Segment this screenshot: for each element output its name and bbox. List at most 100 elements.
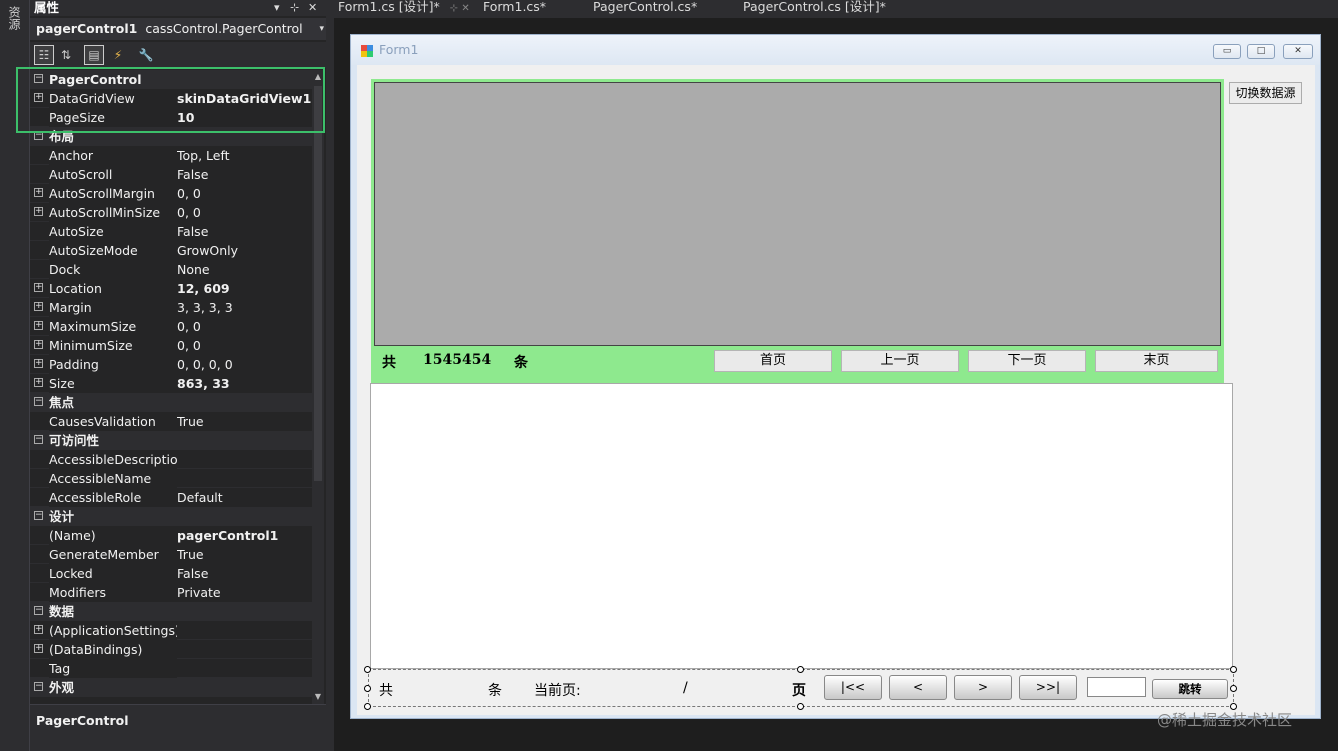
property-value[interactable]: False [177, 222, 312, 241]
events-lightning-icon[interactable]: ⚡ [108, 45, 128, 65]
property-value[interactable]: pagerControl1 [177, 526, 312, 545]
collapse-icon[interactable]: − [34, 435, 43, 444]
minimize-icon[interactable]: ▭ [1213, 44, 1241, 59]
property-category[interactable]: − 焦点 [30, 393, 312, 412]
property-row[interactable]: + MaximumSize 0, 0 [30, 317, 312, 336]
first-page-button[interactable]: 首页 [714, 350, 832, 372]
pin-icon[interactable]: ⊹ [290, 0, 299, 15]
last-page-button[interactable]: 末页 [1095, 350, 1218, 372]
property-value[interactable]: 0, 0 [177, 203, 312, 222]
first-page-icon-button[interactable]: |<< [824, 675, 882, 700]
property-value[interactable]: 0, 0, 0, 0 [177, 355, 312, 374]
property-value[interactable]: Default [177, 488, 312, 507]
next-page-button[interactable]: 下一页 [968, 350, 1086, 372]
panel-splitter[interactable] [326, 0, 334, 751]
expand-icon[interactable]: + [34, 625, 43, 634]
page-number-input[interactable] [1087, 677, 1146, 697]
property-value[interactable]: False [177, 564, 312, 583]
property-row[interactable]: Modifiers Private [30, 583, 312, 602]
property-value[interactable]: 12, 609 [177, 279, 312, 298]
resize-handle[interactable] [364, 666, 371, 673]
top-pager-control[interactable]: 共 1545454 条 首页 上一页 下一页 末页 [371, 79, 1224, 405]
scroll-down-icon[interactable]: ▼ [312, 690, 324, 704]
property-row[interactable]: Tag [30, 659, 312, 678]
close-window-icon[interactable]: ✕ [1283, 44, 1313, 59]
jump-button[interactable]: 跳转 [1152, 679, 1228, 699]
property-value[interactable]: True [177, 545, 312, 564]
expand-icon[interactable]: + [34, 302, 43, 311]
property-row[interactable]: (Name) pagerControl1 [30, 526, 312, 545]
switch-datasource-button[interactable]: 切换数据源 [1229, 82, 1302, 104]
property-pages-wrench-icon[interactable]: 🔧 [136, 45, 156, 65]
expand-icon[interactable]: + [34, 188, 43, 197]
prev-page-button[interactable]: 上一页 [841, 350, 959, 372]
resize-handle[interactable] [797, 703, 804, 710]
expand-icon[interactable]: + [34, 207, 43, 216]
tab-form1-code[interactable]: Form1.cs* [483, 0, 546, 18]
resize-handle[interactable] [1230, 685, 1237, 692]
scrollbar-thumb[interactable] [314, 86, 322, 481]
collapse-icon[interactable]: − [34, 606, 43, 615]
property-category[interactable]: − 设计 [30, 507, 312, 526]
bottom-data-grid[interactable] [370, 383, 1233, 669]
alphabetical-sort-icon[interactable]: ⇅ [56, 45, 76, 65]
tab-pagercontrol-design[interactable]: PagerControl.cs [设计]* [743, 0, 886, 18]
property-value[interactable]: 863, 33 [177, 374, 312, 393]
property-row[interactable]: + (ApplicationSettings) [30, 621, 312, 640]
property-row[interactable]: AccessibleName [30, 469, 312, 488]
property-row[interactable]: AutoSize False [30, 222, 312, 241]
resize-handle[interactable] [797, 666, 804, 673]
data-grid-view[interactable] [374, 82, 1221, 346]
property-row[interactable]: Dock None [30, 260, 312, 279]
property-grid-scrollbar[interactable]: ▲ ▼ [312, 70, 324, 704]
resize-handle[interactable] [364, 703, 371, 710]
expand-icon[interactable]: + [34, 378, 43, 387]
expand-icon[interactable]: + [34, 340, 43, 349]
property-value[interactable]: GrowOnly [177, 241, 312, 260]
tab-form1-design[interactable]: Form1.cs [设计]* ⊹ ✕ [338, 0, 470, 18]
property-value[interactable]: True [177, 412, 312, 431]
property-row[interactable]: GenerateMember True [30, 545, 312, 564]
close-icon[interactable]: ✕ [308, 0, 317, 15]
property-value[interactable]: None [177, 260, 312, 279]
form-title-bar[interactable]: Form1 ▭ □ ✕ [351, 35, 1320, 65]
property-row[interactable]: AccessibleRole Default [30, 488, 312, 507]
collapse-icon[interactable]: − [34, 682, 43, 691]
property-row[interactable]: AutoScroll False [30, 165, 312, 184]
expand-icon[interactable]: + [34, 644, 43, 653]
property-row[interactable]: + AutoScrollMargin 0, 0 [30, 184, 312, 203]
property-category[interactable]: − 数据 [30, 602, 312, 621]
dropdown-arrow-icon[interactable]: ▾ [274, 0, 280, 15]
form-window[interactable]: Form1 ▭ □ ✕ 共 1545454 条 首页 上一页 下一页 末页 切换… [350, 34, 1321, 719]
property-row[interactable]: Anchor Top, Left [30, 146, 312, 165]
property-category[interactable]: − 外观 [30, 678, 312, 697]
collapse-icon[interactable]: − [34, 397, 43, 406]
property-category[interactable]: − 可访问性 [30, 431, 312, 450]
collapse-icon[interactable]: − [34, 511, 43, 520]
property-row[interactable]: + MinimumSize 0, 0 [30, 336, 312, 355]
bottom-pager-control[interactable]: 共 条 当前页: / 页 |<< < > >>| 跳转 [368, 669, 1234, 707]
property-value[interactable]: 0, 0 [177, 336, 312, 355]
properties-view-icon[interactable]: ▤ [84, 45, 104, 65]
object-selector[interactable]: pagerControl1 cassControl.PagerControl ▾ [30, 18, 330, 40]
categorized-view-icon[interactable]: ☷ [34, 45, 54, 65]
property-value[interactable]: 0, 0 [177, 317, 312, 336]
prev-page-icon-button[interactable]: < [889, 675, 947, 700]
expand-icon[interactable]: + [34, 359, 43, 368]
property-row[interactable]: Locked False [30, 564, 312, 583]
last-page-icon-button[interactable]: >>| [1019, 675, 1077, 700]
property-row[interactable]: AutoSizeMode GrowOnly [30, 241, 312, 260]
property-row[interactable]: + Margin 3, 3, 3, 3 [30, 298, 312, 317]
expand-icon[interactable]: + [34, 321, 43, 330]
property-value[interactable]: False [177, 165, 312, 184]
maximize-icon[interactable]: □ [1247, 44, 1275, 59]
property-row[interactable]: + (DataBindings) [30, 640, 312, 659]
tab-pagercontrol-code[interactable]: PagerControl.cs* [593, 0, 697, 18]
resize-handle[interactable] [364, 685, 371, 692]
property-value[interactable]: 0, 0 [177, 184, 312, 203]
property-row[interactable]: + Padding 0, 0, 0, 0 [30, 355, 312, 374]
property-value[interactable]: 3, 3, 3, 3 [177, 298, 312, 317]
property-value[interactable]: Private [177, 583, 312, 602]
property-value[interactable]: Top, Left [177, 146, 312, 165]
expand-icon[interactable]: + [34, 283, 43, 292]
